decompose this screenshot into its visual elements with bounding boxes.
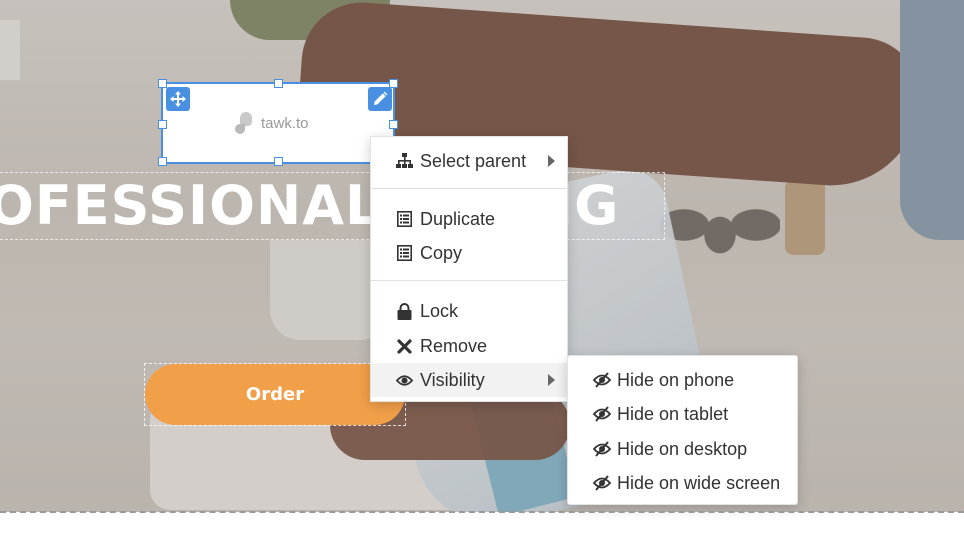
close-icon xyxy=(396,338,413,355)
context-menu: Select parent Duplicate Copy Lock Remove… xyxy=(370,136,568,402)
page-editor-canvas: OFESSIONAL C NING Order tawk.to Select p… xyxy=(0,0,964,558)
resize-handle-bottom[interactable] xyxy=(274,157,283,166)
submenu-item-label: Hide on desktop xyxy=(617,438,748,459)
menu-item-lock[interactable]: Lock xyxy=(371,294,567,328)
section-boundary-line xyxy=(0,511,964,513)
resize-handle-top-left[interactable] xyxy=(158,79,167,88)
hero-headline[interactable]: OFESSIONAL C NING xyxy=(0,172,708,240)
menu-item-label: Remove xyxy=(420,335,488,356)
edit-button[interactable] xyxy=(368,87,392,111)
pencil-icon xyxy=(374,91,388,105)
menu-item-label: Copy xyxy=(420,242,463,263)
menu-item-label: Lock xyxy=(420,300,459,321)
list-icon xyxy=(396,245,413,262)
chevron-right-icon xyxy=(548,155,555,167)
menu-item-copy[interactable]: Copy xyxy=(371,236,567,270)
move-button[interactable] xyxy=(166,87,190,111)
eye-slash-icon xyxy=(592,441,612,458)
tawkto-widget[interactable]: tawk.to xyxy=(158,79,398,166)
order-button[interactable]: Order xyxy=(145,364,405,425)
resize-handle-right[interactable] xyxy=(389,120,398,129)
submenu-item-hide-on-wide-screen[interactable]: Hide on wide screen xyxy=(568,466,797,500)
menu-item-duplicate[interactable]: Duplicate xyxy=(371,202,567,236)
sitemap-icon xyxy=(396,153,413,170)
resize-handle-left[interactable] xyxy=(158,120,167,129)
submenu-item-hide-on-tablet[interactable]: Hide on tablet xyxy=(568,397,797,431)
menu-item-select-parent[interactable]: Select parent xyxy=(371,144,567,178)
tawkto-logo-text: tawk.to xyxy=(261,114,309,132)
lock-icon xyxy=(396,302,413,320)
tawkto-logo: tawk.to xyxy=(235,112,309,134)
resize-handle-bottom-left[interactable] xyxy=(158,157,167,166)
eye-slash-icon xyxy=(592,475,612,492)
visibility-submenu: Hide on phone Hide on tablet Hide on des… xyxy=(567,355,798,505)
submenu-item-label: Hide on tablet xyxy=(617,403,729,424)
tawkto-mascot-icon xyxy=(235,112,255,134)
eye-slash-icon xyxy=(592,372,612,389)
resize-handle-top[interactable] xyxy=(274,79,283,88)
menu-item-visibility[interactable]: Visibility xyxy=(371,363,567,397)
submenu-item-label: Hide on phone xyxy=(617,369,735,390)
menu-item-label: Duplicate xyxy=(420,208,496,229)
menu-divider xyxy=(371,188,567,189)
menu-item-remove[interactable]: Remove xyxy=(371,329,567,363)
list-icon xyxy=(396,211,413,228)
move-icon xyxy=(170,91,186,107)
eye-icon xyxy=(396,372,413,389)
menu-divider xyxy=(371,280,567,281)
chevron-right-icon xyxy=(548,374,555,386)
submenu-item-hide-on-phone[interactable]: Hide on phone xyxy=(568,363,797,397)
menu-item-label: Select parent xyxy=(420,150,527,171)
submenu-item-hide-on-desktop[interactable]: Hide on desktop xyxy=(568,432,797,466)
eye-slash-icon xyxy=(592,406,612,423)
menu-item-label: Visibility xyxy=(420,369,485,390)
submenu-item-label: Hide on wide screen xyxy=(617,472,781,493)
